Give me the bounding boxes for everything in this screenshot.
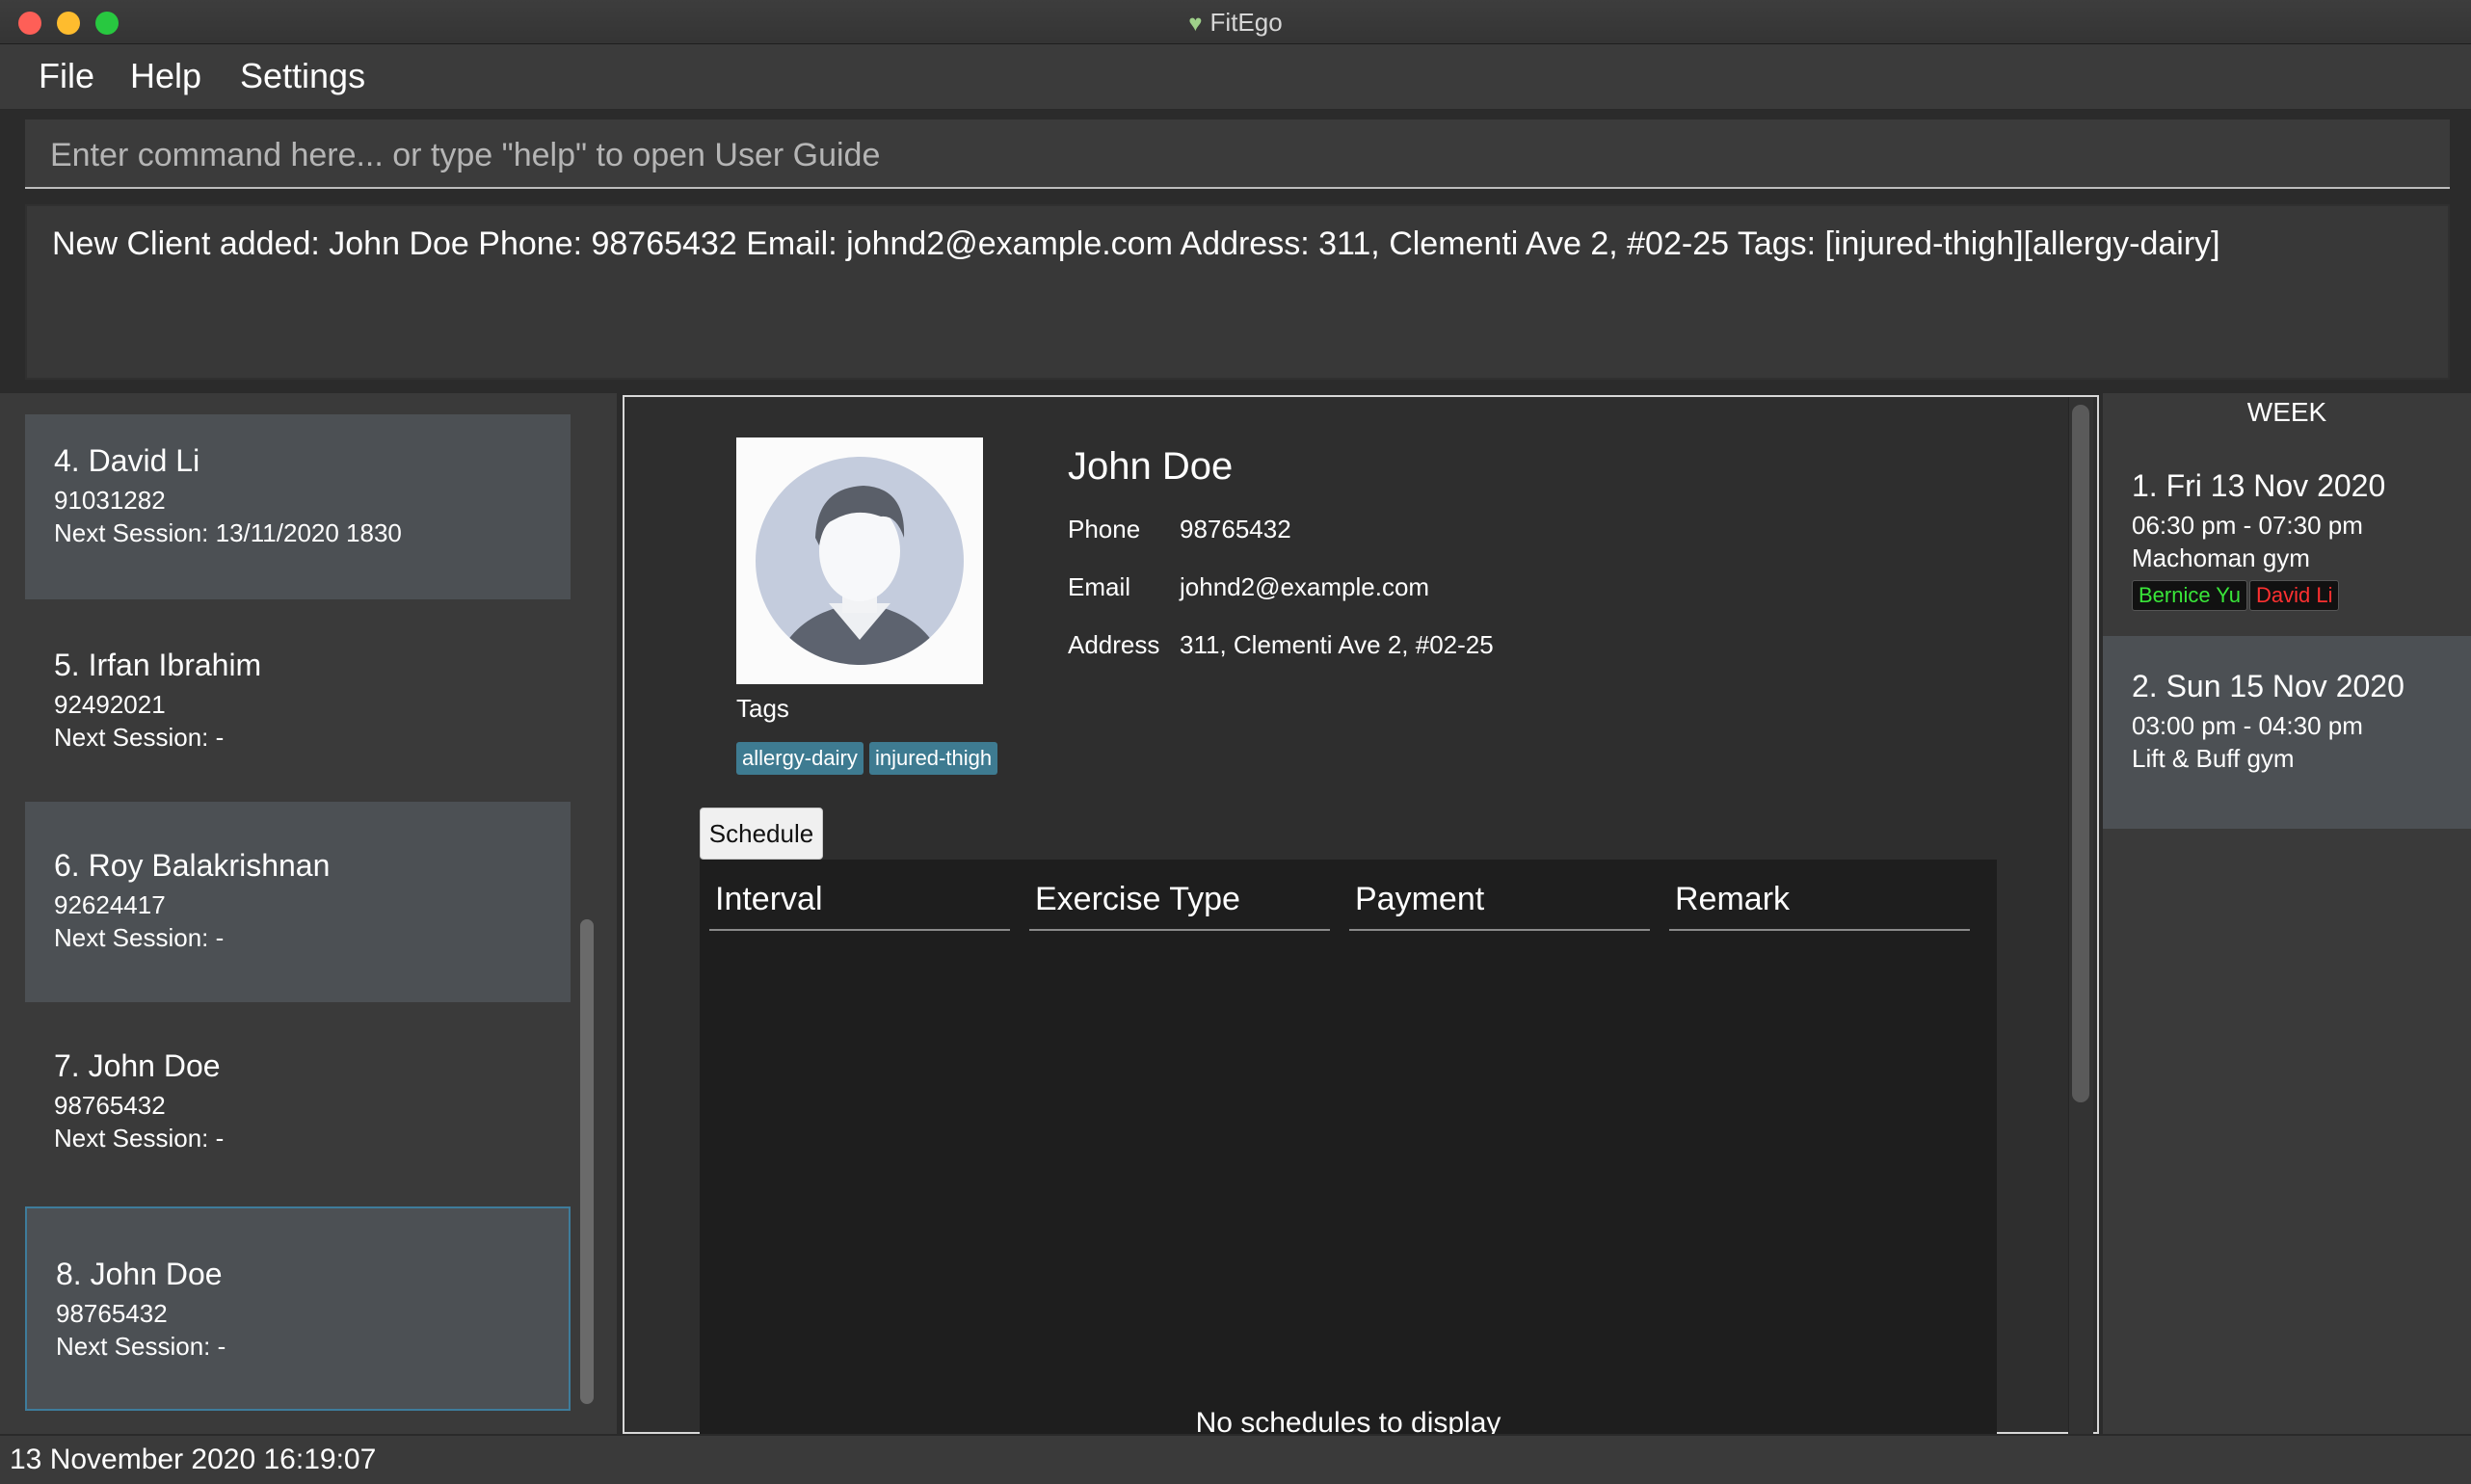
client-next-session: Next Session: -: [54, 723, 225, 752]
client-next-session: Next Session: 13/11/2020 1830: [54, 518, 402, 547]
email-label: Email: [1068, 572, 1131, 601]
profile-scrollbar[interactable]: [2072, 405, 2089, 1102]
column-header-interval[interactable]: Interval: [709, 881, 1010, 931]
status-bar: 13 November 2020 16:19:07: [0, 1434, 2471, 1484]
window-title-wrap: ♥ FitEgo: [0, 8, 2471, 38]
menu-settings[interactable]: Settings: [240, 56, 365, 96]
avatar-icon: [756, 457, 964, 665]
client-card-selected[interactable]: 8. John Doe 98765432 Next Session: -: [25, 1206, 571, 1411]
client-name: 5. Irfan Ibrahim: [54, 648, 262, 682]
client-name: 4. David Li: [54, 443, 200, 478]
client-card[interactable]: 5. Irfan Ibrahim 92492021 Next Session: …: [25, 607, 571, 792]
client-name: 6. Roy Balakrishnan: [54, 848, 331, 883]
client-phone: 98765432: [54, 1091, 166, 1120]
client-phone: 98765432: [56, 1299, 168, 1328]
window-title: FitEgo: [1209, 8, 1283, 37]
address-value: 311, Clementi Ave 2, #02-25: [1180, 630, 1494, 659]
session-time: 06:30 pm - 07:30 pm: [2132, 511, 2363, 540]
result-message: New Client added: John Doe Phone: 987654…: [52, 225, 2220, 262]
week-header: WEEK: [2246, 397, 2327, 427]
phone-value: 98765432: [1180, 515, 1291, 543]
participant-chip: David Li: [2249, 580, 2340, 611]
client-profile-panel: John Doe Phone 98765432 Email johnd2@exa…: [623, 395, 2099, 1439]
menu-file[interactable]: File: [39, 56, 94, 96]
command-input[interactable]: [50, 131, 2431, 179]
menu-bar: File Help Settings: [0, 44, 2471, 110]
client-card[interactable]: 6. Roy Balakrishnan 92624417 Next Sessio…: [25, 802, 571, 1002]
status-datetime: 13 November 2020 16:19:07: [10, 1444, 377, 1475]
session-location: Machoman gym: [2132, 543, 2310, 572]
client-card[interactable]: 7. John Doe 98765432 Next Session: -: [25, 1002, 571, 1191]
schedule-tab-button[interactable]: Schedule: [700, 808, 823, 860]
menu-help[interactable]: Help: [130, 56, 201, 96]
session-date: 2. Sun 15 Nov 2020: [2132, 669, 2405, 703]
client-name: 7. John Doe: [54, 1048, 221, 1083]
week-panel: WEEK 1. Fri 13 Nov 2020 06:30 pm - 07:30…: [2103, 393, 2471, 1434]
column-header-exercise-type[interactable]: Exercise Type: [1029, 881, 1330, 931]
address-label: Address: [1068, 630, 1160, 659]
command-box: [25, 119, 2450, 189]
session-time: 03:00 pm - 04:30 pm: [2132, 711, 2363, 740]
client-next-session: Next Session: -: [54, 1124, 225, 1153]
participant-chip: Bernice Yu: [2132, 580, 2248, 611]
email-value: johnd2@example.com: [1180, 572, 1430, 601]
avatar: [736, 437, 983, 684]
client-list-scrollbar[interactable]: [580, 919, 594, 1404]
profile-name: John Doe: [1068, 445, 1234, 488]
client-phone: 91031282: [54, 486, 166, 515]
session-card[interactable]: 2. Sun 15 Nov 2020 03:00 pm - 04:30 pm L…: [2103, 636, 2471, 829]
session-date: 1. Fri 13 Nov 2020: [2132, 468, 2386, 503]
column-header-remark[interactable]: Remark: [1669, 881, 1970, 931]
client-next-session: Next Session: -: [56, 1332, 226, 1361]
schedule-table: Interval Exercise Type Payment Remark No…: [700, 860, 1997, 1439]
client-list-panel: 4. David Li 91031282 Next Session: 13/11…: [0, 393, 617, 1434]
client-card[interactable]: 4. David Li 91031282 Next Session: 13/11…: [25, 414, 571, 599]
phone-label: Phone: [1068, 515, 1141, 543]
client-name: 8. John Doe: [56, 1257, 223, 1291]
title-bar: ♥ FitEgo: [0, 0, 2471, 44]
session-location: Lift & Buff gym: [2132, 744, 2295, 773]
tags-label: Tags: [736, 694, 789, 723]
client-next-session: Next Session: -: [54, 923, 225, 952]
session-card[interactable]: 1. Fri 13 Nov 2020 06:30 pm - 07:30 pm M…: [2103, 434, 2471, 636]
client-phone: 92624417: [54, 890, 166, 919]
client-phone: 92492021: [54, 690, 166, 719]
app-heart-icon: ♥: [1188, 11, 1203, 37]
result-display: New Client added: John Doe Phone: 987654…: [25, 204, 2450, 380]
tag-badge: allergy-dairy: [736, 742, 864, 775]
column-header-payment[interactable]: Payment: [1349, 881, 1650, 931]
tag-badge: injured-thigh: [869, 742, 998, 775]
